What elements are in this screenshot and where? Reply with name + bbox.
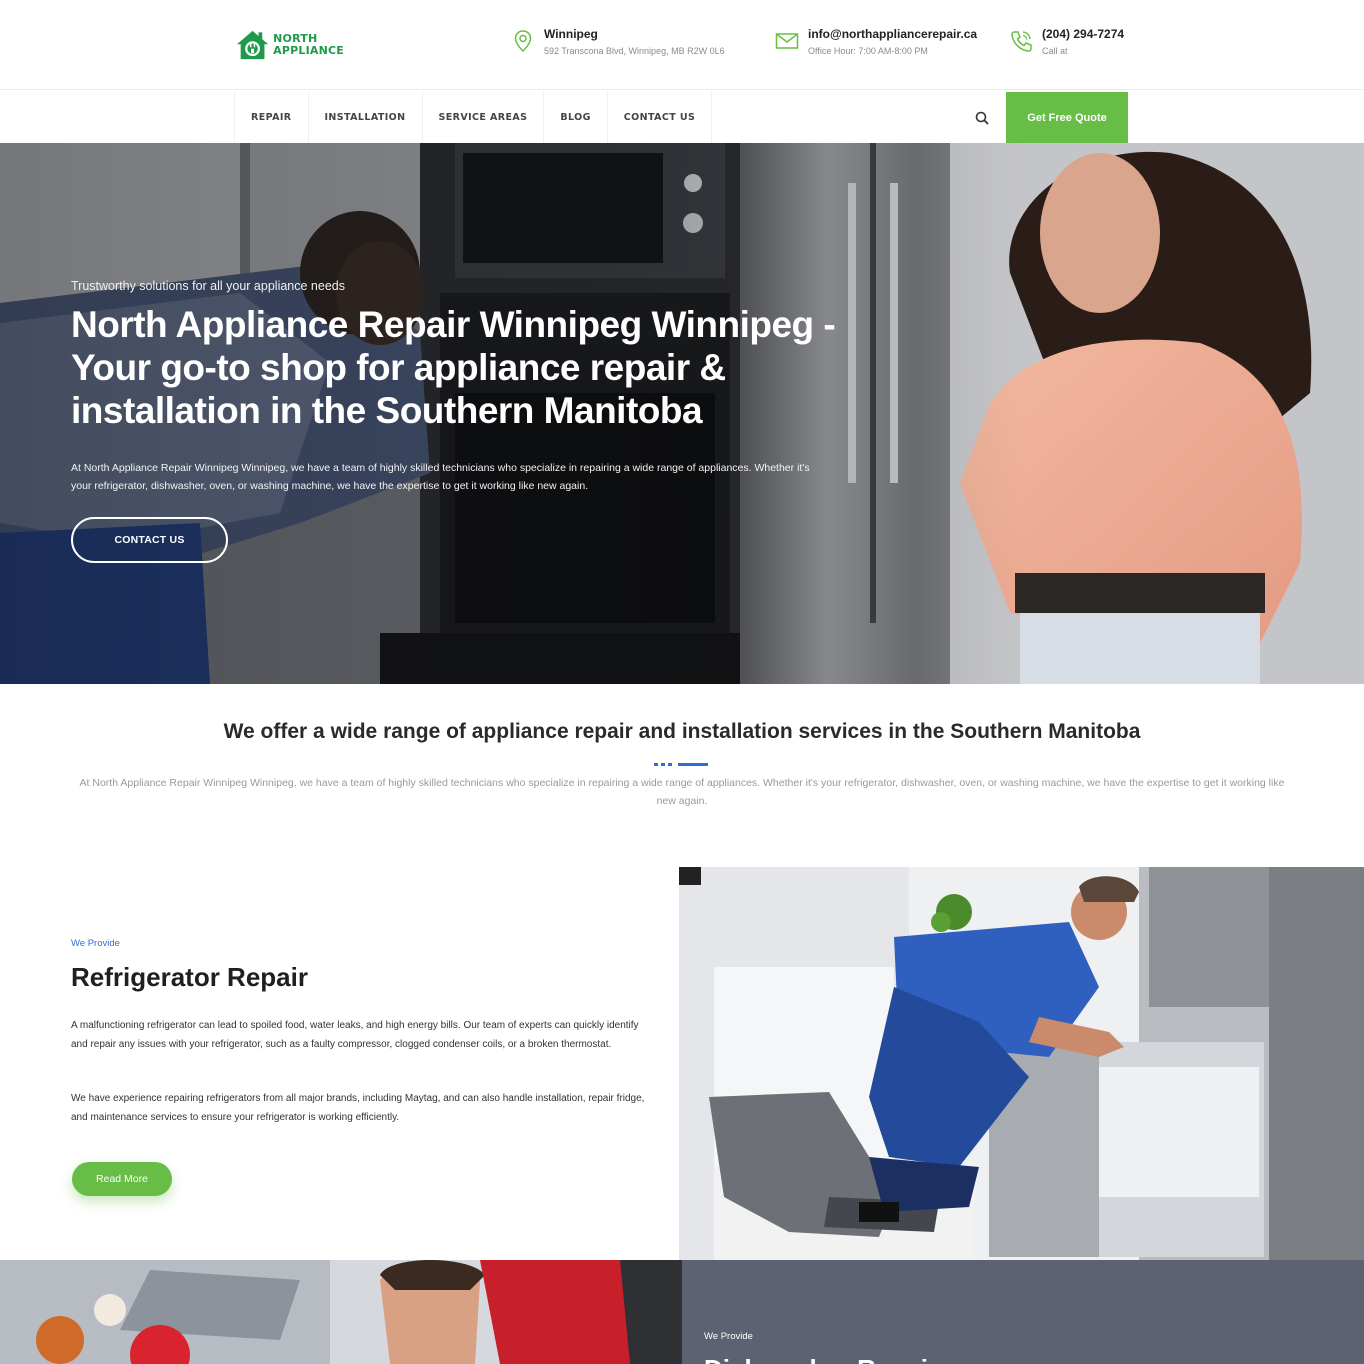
- service-paragraph-2: We have experience repairing refrigerato…: [71, 1093, 645, 1123]
- office-hours: Office Hour: 7:00 AM-8:00 PM: [808, 46, 928, 56]
- main-navigation: REPAIR INSTALLATION SERVICE AREAS BLOG C…: [0, 91, 1364, 143]
- phone-contact: (204) 294-7274 Call at: [1008, 26, 1124, 58]
- nav-menu: REPAIR INSTALLATION SERVICE AREAS BLOG C…: [234, 91, 713, 143]
- email-address[interactable]: info@northappliancerepair.ca: [808, 26, 977, 42]
- logo-wordmark: NORTH APPLIANCE: [273, 33, 344, 57]
- hero-description: At North Appliance Repair Winnipeg Winni…: [71, 462, 810, 492]
- services-intro-text: At North Appliance Repair Winnipeg Winni…: [79, 777, 1285, 807]
- nav-item-service-areas[interactable]: SERVICE AREAS: [421, 91, 544, 143]
- phone-icon: [1011, 31, 1032, 52]
- dishwasher-title: Dishwasher Repair: [704, 1354, 938, 1364]
- nav-item-installation[interactable]: INSTALLATION: [307, 91, 422, 143]
- search-icon[interactable]: [972, 108, 992, 128]
- phone-sub: Call at: [1042, 46, 1068, 56]
- service-paragraph-1: A malfunctioning refrigerator can lead t…: [71, 1020, 639, 1050]
- service-title: Refrigerator Repair: [71, 962, 308, 992]
- hero-eyebrow: Trustworthy solutions for all your appli…: [71, 279, 345, 293]
- logo-line-2: APPLIANCE: [273, 44, 344, 57]
- hero-banner: Trustworthy solutions for all your appli…: [0, 143, 1364, 684]
- dishwasher-service-panel: We Provide Dishwasher Repair: [682, 1260, 1364, 1364]
- read-more-button[interactable]: Read More: [72, 1162, 172, 1196]
- location-address: 592 Transcona Blvd, Winnipeg, MB R2W 0L6: [544, 46, 725, 56]
- nav-item-repair[interactable]: REPAIR: [234, 91, 308, 143]
- refrigerator-repair-photo: [679, 867, 1364, 1260]
- technician-fridge-image: [679, 867, 1364, 1260]
- contact-us-button[interactable]: CONTACT US: [71, 517, 228, 563]
- service-eyebrow: We Provide: [71, 938, 120, 949]
- envelope-icon: [775, 33, 799, 49]
- house-plug-logo-icon: [236, 30, 269, 60]
- email-contact: info@northappliancerepair.ca Office Hour…: [774, 26, 977, 58]
- hero-title: North Appliance Repair Winnipeg Winnipeg…: [71, 304, 836, 431]
- location-title: Winnipeg: [544, 27, 598, 41]
- phone-number[interactable]: (204) 294-7274: [1042, 26, 1124, 42]
- location-contact: Winnipeg 592 Transcona Blvd, Winnipeg, M…: [510, 26, 725, 58]
- dishwasher-repair-photo: [0, 1260, 682, 1364]
- services-intro-title: We offer a wide range of appliance repai…: [223, 720, 1141, 743]
- map-pin-icon: [514, 30, 532, 53]
- get-free-quote-button[interactable]: Get Free Quote: [1006, 92, 1128, 143]
- section-divider: [654, 763, 708, 766]
- top-header: NORTH APPLIANCE Winnipeg 592 Transcona B…: [0, 0, 1364, 90]
- nav-item-blog[interactable]: BLOG: [543, 91, 606, 143]
- site-logo[interactable]: NORTH APPLIANCE: [234, 22, 344, 68]
- dishwasher-technician-image: [0, 1260, 682, 1364]
- dishwasher-eyebrow: We Provide: [704, 1331, 753, 1342]
- nav-item-contact-us[interactable]: CONTACT US: [606, 91, 713, 143]
